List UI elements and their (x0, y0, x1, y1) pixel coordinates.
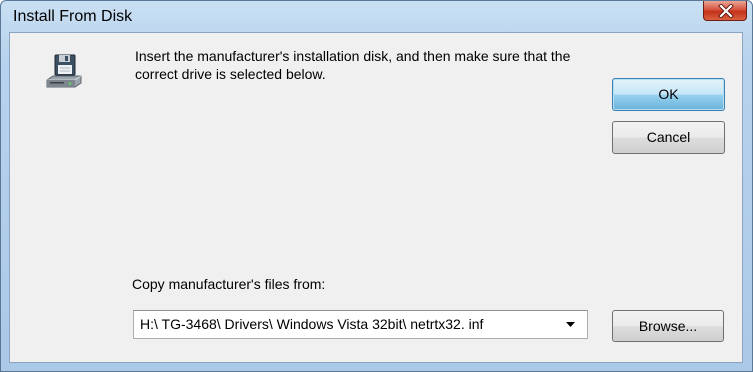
copy-from-label: Copy manufacturer's files from: (132, 276, 326, 292)
instructions-text: Insert the manufacturer's installation d… (135, 48, 571, 82)
close-icon (718, 4, 734, 18)
cancel-button[interactable]: Cancel (612, 121, 725, 154)
dropdown-arrow-icon[interactable] (566, 322, 575, 327)
ok-button[interactable]: OK (612, 78, 725, 111)
copy-from-combobox[interactable]: H:\ TG-3468\ Drivers\ Windows Vista 32bi… (133, 310, 588, 339)
install-from-disk-window: Install From Disk Insert the manufacture… (0, 0, 753, 372)
title-bar[interactable]: Install From Disk (1, 1, 752, 32)
close-button[interactable] (703, 1, 747, 21)
floppy-disk-drive-icon (44, 52, 84, 92)
browse-button[interactable]: Browse... (612, 310, 724, 342)
copy-from-path: H:\ TG-3468\ Drivers\ Windows Vista 32bi… (140, 316, 484, 332)
window-title: Install From Disk (13, 8, 133, 25)
dialog-body: Insert the manufacturer's installation d… (9, 32, 743, 363)
